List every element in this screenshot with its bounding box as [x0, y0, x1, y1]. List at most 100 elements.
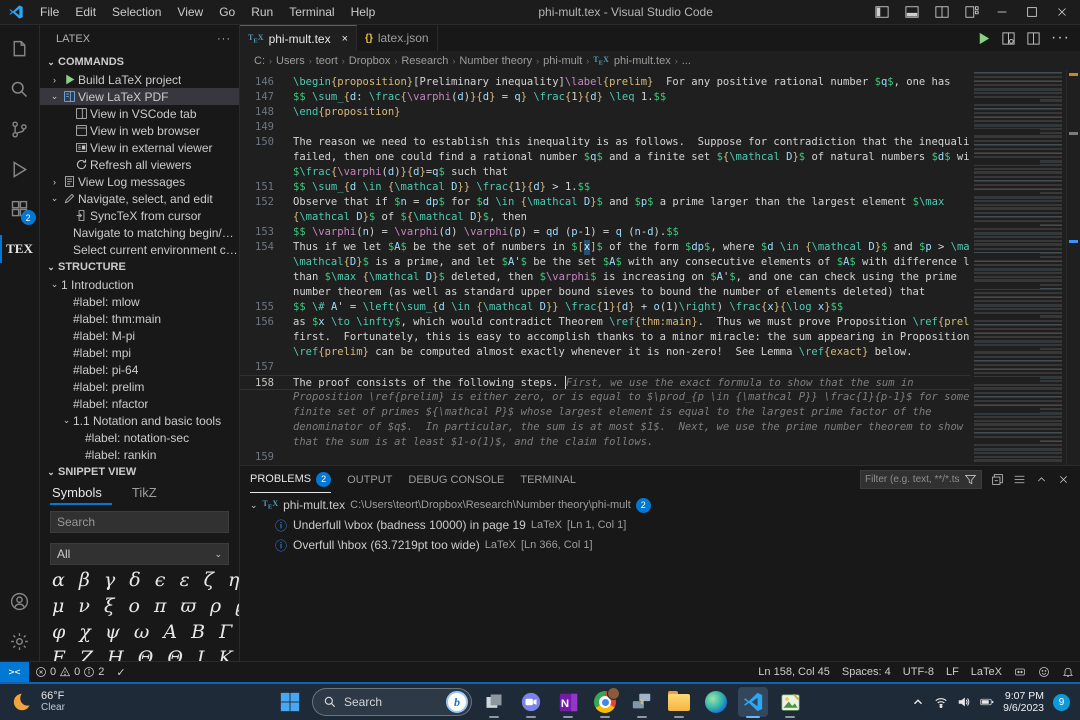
code-line[interactable]: $\frac{\varphi(d)}{d}=q$ such that: [240, 165, 970, 180]
build-run-icon[interactable]: [976, 31, 991, 46]
toggle-panel-icon[interactable]: [898, 1, 926, 23]
extensions-icon[interactable]: 2: [0, 189, 40, 229]
feedback-icon[interactable]: [1032, 666, 1056, 678]
code-line[interactable]: 149: [240, 120, 970, 135]
symbol-row[interactable]: E Z H Θ Θ I K Λ Λ: [40, 645, 239, 661]
close-button[interactable]: [1048, 1, 1076, 23]
symbol-search-input[interactable]: Search: [50, 511, 229, 533]
editor-tab-phi-mult.tex[interactable]: TEXphi-mult.tex×: [240, 25, 357, 51]
code-line[interactable]: \ref{prelim} can be computed almost exac…: [240, 345, 970, 360]
toggle-secondary-sidebar-icon[interactable]: [928, 1, 956, 23]
remote-indicator[interactable]: ><: [0, 662, 29, 682]
remote-desktop-icon[interactable]: [627, 687, 657, 717]
maximize-panel-icon[interactable]: [1035, 473, 1048, 486]
toggle-sidebar-icon[interactable]: [868, 1, 896, 23]
breadcrumb-item[interactable]: phi-mult.tex: [614, 55, 671, 67]
close-tab-icon[interactable]: ×: [342, 33, 348, 45]
code-line[interactable]: 152Observe that if $n = dp$ for $d \in {…: [240, 195, 970, 210]
code-line[interactable]: than $\max {\mathcal D}$ deleted, then $…: [240, 270, 970, 285]
structure-1-1-notation-and-basic-tools[interactable]: ⌄1.1 Notation and basic tools: [40, 412, 239, 429]
symbol-category-select[interactable]: All⌄: [50, 543, 229, 565]
snippet-tab-tikz[interactable]: TikZ: [130, 483, 167, 505]
command-view-log-messages[interactable]: ›View Log messages: [40, 173, 239, 190]
problem-row[interactable]: ⓘUnderfull \vbox (badness 10000) in page…: [240, 515, 1080, 535]
code-line[interactable]: Proposition \ref{prelim} is either zero,…: [240, 390, 970, 405]
file-explorer-icon[interactable]: [664, 687, 694, 717]
menu-edit[interactable]: Edit: [67, 0, 104, 25]
problems-status[interactable]: 0 0 2: [29, 666, 110, 678]
minimize-button[interactable]: [988, 1, 1016, 23]
menu-help[interactable]: Help: [343, 0, 384, 25]
structure-label-rankin[interactable]: #label: rankin: [40, 446, 239, 463]
cursor-position[interactable]: Ln 158, Col 45: [752, 666, 836, 678]
tray-chevron-icon[interactable]: [911, 695, 925, 709]
structure-label-thm-main[interactable]: #label: thm:main: [40, 310, 239, 327]
structure-label-mlow[interactable]: #label: mlow: [40, 293, 239, 310]
structure-1-introduction[interactable]: ⌄1 Introduction: [40, 276, 239, 293]
image-viewer-icon[interactable]: [775, 687, 805, 717]
code-line[interactable]: that the sum is at least $1-o(1)$, and t…: [240, 435, 970, 450]
teams-chat-icon[interactable]: [516, 687, 546, 717]
structure-label-m-pi[interactable]: #label: M-pi: [40, 327, 239, 344]
menu-view[interactable]: View: [169, 0, 211, 25]
edge-icon[interactable]: [701, 687, 731, 717]
structure-section-header[interactable]: ⌄STRUCTURE: [40, 258, 239, 276]
structure-label-mpi[interactable]: #label: mpi: [40, 344, 239, 361]
editor-more-actions-icon[interactable]: ···: [1051, 29, 1070, 47]
command-synctex-from-cursor[interactable]: SyncTeX from cursor: [40, 207, 239, 224]
code-line[interactable]: number theorem (as well as standard uppe…: [240, 285, 970, 300]
problem-row[interactable]: ⓘOverfull \hbox (63.7219pt too wide)LaTe…: [240, 535, 1080, 555]
account-icon[interactable]: [0, 581, 40, 621]
code-line[interactable]: 154Thus if we let $A$ be the set of numb…: [240, 240, 970, 255]
command-build-latex-project[interactable]: ›Build LaTeX project: [40, 71, 239, 88]
breadcrumb-item[interactable]: Dropbox: [349, 55, 391, 67]
problems-file-row[interactable]: ⌄ TEX phi-mult.tex C:\Users\teort\Dropbo…: [240, 495, 1080, 515]
problems-filter-input[interactable]: Filter (e.g. text, **/*.ts, !*...: [860, 470, 982, 489]
minimap[interactable]: [970, 70, 1066, 465]
code-line[interactable]: 153$$ \varphi(n) = \varphi(d) \varphi(p)…: [240, 225, 970, 240]
command-select-current-environment-conte[interactable]: Select current environment conte...: [40, 241, 239, 258]
breadcrumb-item[interactable]: Number theory: [459, 55, 532, 67]
volume-icon[interactable]: [957, 695, 971, 709]
menu-run[interactable]: Run: [243, 0, 281, 25]
structure-label-pi-64[interactable]: #label: pi-64: [40, 361, 239, 378]
commands-section-header[interactable]: ⌄COMMANDS: [40, 53, 239, 71]
command-refresh-all-viewers[interactable]: Refresh all viewers: [40, 156, 239, 173]
onenote-icon[interactable]: N: [553, 687, 583, 717]
latex-workshop-icon[interactable]: TEX: [0, 229, 40, 269]
indentation[interactable]: Spaces: 4: [836, 666, 897, 678]
menu-terminal[interactable]: Terminal: [281, 0, 342, 25]
code-line[interactable]: {\mathcal D}$ of ${\mathcal D}$, then: [240, 210, 970, 225]
eol-sequence[interactable]: LF: [940, 666, 965, 678]
command-navigate-select-and-edit[interactable]: ⌄Navigate, select, and edit: [40, 190, 239, 207]
symbol-row[interactable]: μ ν ξ ο π ϖ ρ ϱ σ ς τ υ ϕ: [40, 593, 239, 619]
run-debug-icon[interactable]: [0, 149, 40, 189]
breadcrumb-item[interactable]: C:: [254, 55, 265, 67]
code-line[interactable]: 146\begin{proposition}[Preliminary inequ…: [240, 75, 970, 90]
notification-badge[interactable]: 9: [1053, 694, 1070, 711]
breadcrumb-item[interactable]: ...: [682, 55, 691, 67]
copilot-icon[interactable]: [1008, 666, 1032, 678]
code-line[interactable]: denominator of $q$. In particular, the s…: [240, 420, 970, 435]
code-line[interactable]: 150The reason we need to establish this …: [240, 135, 970, 150]
close-panel-icon[interactable]: [1057, 473, 1070, 486]
menu-file[interactable]: File: [32, 0, 67, 25]
view-pdf-icon[interactable]: [1001, 31, 1016, 46]
panel-tab-problems[interactable]: PROBLEMS2: [250, 466, 331, 493]
panel-tab-debug-console[interactable]: DEBUG CONSOLE: [408, 466, 504, 493]
symbol-row[interactable]: α β γ δ ϵ ε ζ η θ ϑ ι κ λ: [40, 567, 239, 593]
tray-clock[interactable]: 9:07 PM 9/6/2023: [1003, 690, 1044, 714]
structure-label-nfactor[interactable]: #label: nfactor: [40, 395, 239, 412]
code-line[interactable]: 148\end{proposition}: [240, 105, 970, 120]
breadcrumb[interactable]: C:›Users›teort›Dropbox›Research›Number t…: [240, 51, 1080, 70]
settings-gear-icon[interactable]: [0, 621, 40, 661]
command-view-in-vscode-tab[interactable]: View in VSCode tab: [40, 105, 239, 122]
structure-label-prelim[interactable]: #label: prelim: [40, 378, 239, 395]
sidebar-more-icon[interactable]: ···: [217, 33, 231, 45]
start-button[interactable]: [275, 687, 305, 717]
snippet-section-header[interactable]: ⌄SNIPPET VIEW: [40, 463, 239, 481]
breadcrumb-item[interactable]: teort: [316, 55, 338, 67]
source-control-icon[interactable]: [0, 109, 40, 149]
split-editor-icon[interactable]: [1026, 31, 1041, 46]
customize-layout-icon[interactable]: [958, 1, 986, 23]
